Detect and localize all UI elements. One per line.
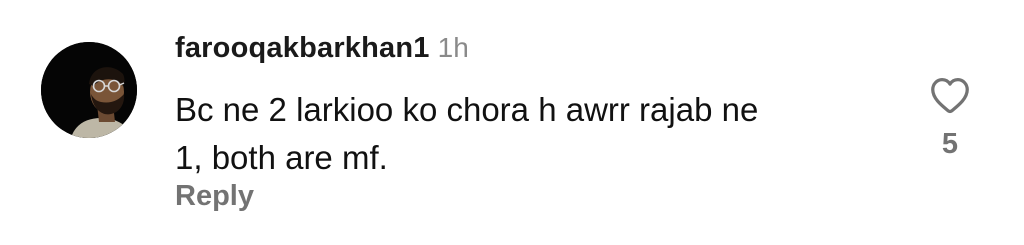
comment-item: farooqakbarkhan1 1h Bc ne 2 larkioo ko c… [0, 0, 1024, 245]
username-link[interactable]: farooqakbarkhan1 [175, 32, 430, 65]
timestamp: 1h [437, 32, 469, 63]
comment-header: farooqakbarkhan1 1h [175, 32, 469, 74]
like-section: 5 [922, 72, 978, 161]
reply-button[interactable]: Reply [175, 180, 254, 213]
heart-outline-icon[interactable] [927, 72, 973, 118]
like-count: 5 [941, 128, 959, 160]
comment-text: Bc ne 2 larkioo ko chora h awrr rajab ne… [175, 91, 759, 176]
avatar[interactable] [41, 42, 137, 138]
avatar-photo [41, 42, 137, 138]
